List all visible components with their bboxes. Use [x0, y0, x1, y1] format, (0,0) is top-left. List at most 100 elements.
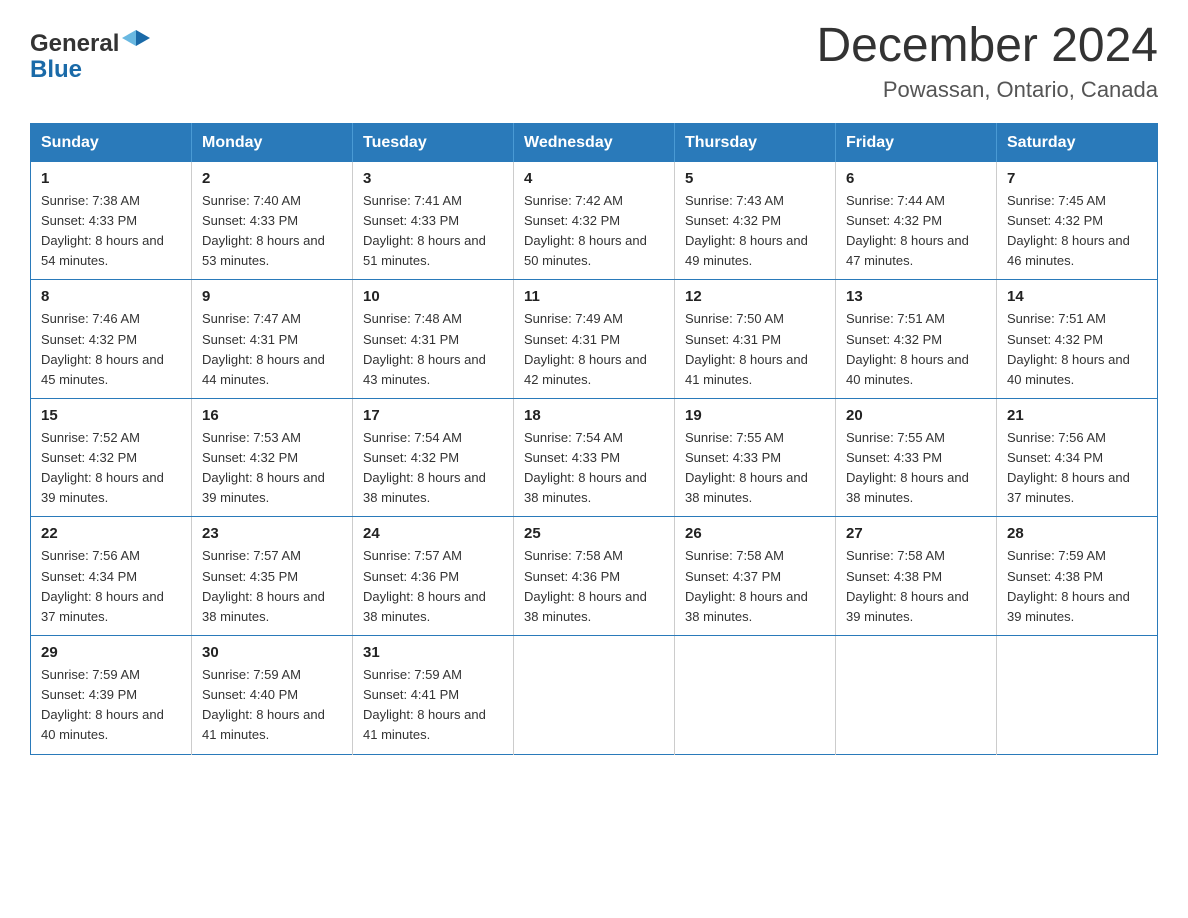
day-number: 2 [202, 170, 342, 187]
day-info: Sunrise: 7:58 AMSunset: 4:38 PMDaylight:… [846, 546, 986, 627]
day-number: 1 [41, 170, 181, 187]
day-number: 7 [1007, 170, 1147, 187]
calendar-day-cell: 30 Sunrise: 7:59 AMSunset: 4:40 PMDaylig… [192, 636, 353, 755]
day-number: 10 [363, 288, 503, 305]
day-info: Sunrise: 7:59 AMSunset: 4:41 PMDaylight:… [363, 665, 503, 746]
calendar-day-cell: 28 Sunrise: 7:59 AMSunset: 4:38 PMDaylig… [997, 517, 1158, 636]
calendar-day-header: Thursday [675, 123, 836, 162]
calendar-week-row: 22 Sunrise: 7:56 AMSunset: 4:34 PMDaylig… [31, 517, 1158, 636]
day-info: Sunrise: 7:55 AMSunset: 4:33 PMDaylight:… [846, 428, 986, 509]
day-number: 15 [41, 407, 181, 424]
day-info: Sunrise: 7:40 AMSunset: 4:33 PMDaylight:… [202, 191, 342, 272]
calendar-day-header: Friday [836, 123, 997, 162]
day-number: 29 [41, 644, 181, 661]
day-info: Sunrise: 7:38 AMSunset: 4:33 PMDaylight:… [41, 191, 181, 272]
day-number: 9 [202, 288, 342, 305]
day-number: 5 [685, 170, 825, 187]
day-number: 3 [363, 170, 503, 187]
calendar-day-cell [836, 636, 997, 755]
page-header: General Blue December 2024 Powassan, Ont… [30, 20, 1158, 103]
day-info: Sunrise: 7:57 AMSunset: 4:35 PMDaylight:… [202, 546, 342, 627]
day-info: Sunrise: 7:55 AMSunset: 4:33 PMDaylight:… [685, 428, 825, 509]
calendar-day-cell: 12 Sunrise: 7:50 AMSunset: 4:31 PMDaylig… [675, 280, 836, 399]
day-info: Sunrise: 7:44 AMSunset: 4:32 PMDaylight:… [846, 191, 986, 272]
day-info: Sunrise: 7:41 AMSunset: 4:33 PMDaylight:… [363, 191, 503, 272]
logo-general-text: General [30, 30, 119, 58]
day-info: Sunrise: 7:59 AMSunset: 4:40 PMDaylight:… [202, 665, 342, 746]
calendar-week-row: 15 Sunrise: 7:52 AMSunset: 4:32 PMDaylig… [31, 398, 1158, 517]
day-info: Sunrise: 7:58 AMSunset: 4:36 PMDaylight:… [524, 546, 664, 627]
calendar-day-cell: 24 Sunrise: 7:57 AMSunset: 4:36 PMDaylig… [353, 517, 514, 636]
calendar-day-cell: 6 Sunrise: 7:44 AMSunset: 4:32 PMDayligh… [836, 162, 997, 280]
calendar-day-cell: 8 Sunrise: 7:46 AMSunset: 4:32 PMDayligh… [31, 280, 192, 399]
day-info: Sunrise: 7:52 AMSunset: 4:32 PMDaylight:… [41, 428, 181, 509]
day-info: Sunrise: 7:45 AMSunset: 4:32 PMDaylight:… [1007, 191, 1147, 272]
day-info: Sunrise: 7:46 AMSunset: 4:32 PMDaylight:… [41, 309, 181, 390]
logo-flag-icon [122, 28, 150, 56]
calendar-day-cell: 14 Sunrise: 7:51 AMSunset: 4:32 PMDaylig… [997, 280, 1158, 399]
day-info: Sunrise: 7:56 AMSunset: 4:34 PMDaylight:… [1007, 428, 1147, 509]
day-number: 31 [363, 644, 503, 661]
day-info: Sunrise: 7:51 AMSunset: 4:32 PMDaylight:… [846, 309, 986, 390]
calendar-day-cell: 21 Sunrise: 7:56 AMSunset: 4:34 PMDaylig… [997, 398, 1158, 517]
calendar-day-cell: 27 Sunrise: 7:58 AMSunset: 4:38 PMDaylig… [836, 517, 997, 636]
day-number: 14 [1007, 288, 1147, 305]
day-number: 11 [524, 288, 664, 305]
calendar-day-cell: 23 Sunrise: 7:57 AMSunset: 4:35 PMDaylig… [192, 517, 353, 636]
calendar-day-cell: 13 Sunrise: 7:51 AMSunset: 4:32 PMDaylig… [836, 280, 997, 399]
calendar-day-cell: 29 Sunrise: 7:59 AMSunset: 4:39 PMDaylig… [31, 636, 192, 755]
day-info: Sunrise: 7:58 AMSunset: 4:37 PMDaylight:… [685, 546, 825, 627]
calendar-day-cell: 11 Sunrise: 7:49 AMSunset: 4:31 PMDaylig… [514, 280, 675, 399]
calendar-day-cell [514, 636, 675, 755]
day-info: Sunrise: 7:48 AMSunset: 4:31 PMDaylight:… [363, 309, 503, 390]
calendar-day-cell: 31 Sunrise: 7:59 AMSunset: 4:41 PMDaylig… [353, 636, 514, 755]
day-info: Sunrise: 7:56 AMSunset: 4:34 PMDaylight:… [41, 546, 181, 627]
calendar-day-header: Sunday [31, 123, 192, 162]
calendar-day-cell: 16 Sunrise: 7:53 AMSunset: 4:32 PMDaylig… [192, 398, 353, 517]
day-number: 26 [685, 525, 825, 542]
calendar-day-cell: 15 Sunrise: 7:52 AMSunset: 4:32 PMDaylig… [31, 398, 192, 517]
day-number: 22 [41, 525, 181, 542]
calendar-day-cell: 25 Sunrise: 7:58 AMSunset: 4:36 PMDaylig… [514, 517, 675, 636]
day-number: 13 [846, 288, 986, 305]
day-number: 30 [202, 644, 342, 661]
calendar-week-row: 1 Sunrise: 7:38 AMSunset: 4:33 PMDayligh… [31, 162, 1158, 280]
logo: General Blue [30, 20, 150, 84]
calendar-day-header: Tuesday [353, 123, 514, 162]
calendar-day-cell: 7 Sunrise: 7:45 AMSunset: 4:32 PMDayligh… [997, 162, 1158, 280]
calendar-day-cell: 3 Sunrise: 7:41 AMSunset: 4:33 PMDayligh… [353, 162, 514, 280]
page-title: December 2024 [816, 20, 1158, 73]
calendar-day-cell: 9 Sunrise: 7:47 AMSunset: 4:31 PMDayligh… [192, 280, 353, 399]
day-number: 12 [685, 288, 825, 305]
day-info: Sunrise: 7:50 AMSunset: 4:31 PMDaylight:… [685, 309, 825, 390]
calendar-day-cell: 1 Sunrise: 7:38 AMSunset: 4:33 PMDayligh… [31, 162, 192, 280]
calendar-table: SundayMondayTuesdayWednesdayThursdayFrid… [30, 123, 1158, 755]
calendar-day-cell [675, 636, 836, 755]
calendar-day-cell: 26 Sunrise: 7:58 AMSunset: 4:37 PMDaylig… [675, 517, 836, 636]
day-number: 16 [202, 407, 342, 424]
calendar-day-header: Saturday [997, 123, 1158, 162]
day-info: Sunrise: 7:59 AMSunset: 4:39 PMDaylight:… [41, 665, 181, 746]
day-number: 27 [846, 525, 986, 542]
day-info: Sunrise: 7:57 AMSunset: 4:36 PMDaylight:… [363, 546, 503, 627]
calendar-day-cell: 22 Sunrise: 7:56 AMSunset: 4:34 PMDaylig… [31, 517, 192, 636]
calendar-day-cell: 19 Sunrise: 7:55 AMSunset: 4:33 PMDaylig… [675, 398, 836, 517]
calendar-day-cell: 10 Sunrise: 7:48 AMSunset: 4:31 PMDaylig… [353, 280, 514, 399]
day-number: 6 [846, 170, 986, 187]
day-info: Sunrise: 7:43 AMSunset: 4:32 PMDaylight:… [685, 191, 825, 272]
day-info: Sunrise: 7:53 AMSunset: 4:32 PMDaylight:… [202, 428, 342, 509]
day-info: Sunrise: 7:49 AMSunset: 4:31 PMDaylight:… [524, 309, 664, 390]
calendar-day-cell: 2 Sunrise: 7:40 AMSunset: 4:33 PMDayligh… [192, 162, 353, 280]
calendar-day-cell: 17 Sunrise: 7:54 AMSunset: 4:32 PMDaylig… [353, 398, 514, 517]
calendar-day-cell: 4 Sunrise: 7:42 AMSunset: 4:32 PMDayligh… [514, 162, 675, 280]
calendar-day-cell: 5 Sunrise: 7:43 AMSunset: 4:32 PMDayligh… [675, 162, 836, 280]
day-info: Sunrise: 7:54 AMSunset: 4:32 PMDaylight:… [363, 428, 503, 509]
title-area: December 2024 Powassan, Ontario, Canada [816, 20, 1158, 103]
calendar-day-cell [997, 636, 1158, 755]
day-number: 23 [202, 525, 342, 542]
day-number: 17 [363, 407, 503, 424]
calendar-day-cell: 20 Sunrise: 7:55 AMSunset: 4:33 PMDaylig… [836, 398, 997, 517]
day-info: Sunrise: 7:54 AMSunset: 4:33 PMDaylight:… [524, 428, 664, 509]
day-info: Sunrise: 7:51 AMSunset: 4:32 PMDaylight:… [1007, 309, 1147, 390]
day-number: 4 [524, 170, 664, 187]
